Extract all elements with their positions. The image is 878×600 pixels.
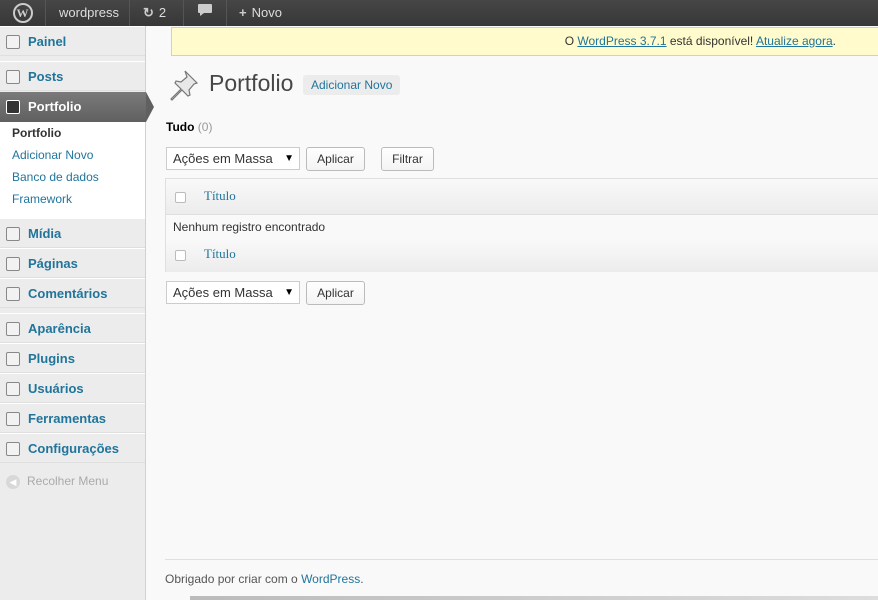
menu-label-ferramentas: Ferramentas: [28, 411, 107, 426]
plus-icon: +: [239, 5, 247, 20]
bulk-actions-select-bottom[interactable]: Ações em Massa ▼: [166, 281, 300, 304]
appearance-icon: [6, 322, 20, 336]
table-header: Título: [166, 179, 878, 215]
home-icon: [6, 35, 20, 49]
menu-label-configuracoes: Configurações: [28, 441, 120, 456]
admin-bar: W wordpress ↻ 2 + Novo: [0, 0, 878, 26]
menu-item-midia[interactable]: Mídia: [0, 218, 145, 248]
menu-label-usuarios: Usuários: [28, 381, 84, 396]
submenu-item-portfolio[interactable]: Portfolio: [12, 126, 61, 140]
filter-all-count: (0): [197, 120, 213, 134]
collapse-arrow-icon: ◀: [6, 474, 20, 489]
footer-credit: Obrigado por criar com o WordPress.: [165, 572, 364, 586]
menu-label-aparencia: Aparência: [28, 321, 91, 336]
bottom-edge: [190, 596, 878, 600]
comment-bubble-icon: [197, 4, 213, 20]
comments-icon: [6, 287, 20, 301]
menu-item-posts[interactable]: Posts: [0, 61, 145, 91]
updates-button[interactable]: ↻ 2: [130, 0, 184, 26]
dropdown-arrow-icon: ▼: [284, 287, 294, 298]
media-icon: [6, 227, 20, 241]
notice-middle: está disponível!: [666, 34, 756, 48]
new-content-button[interactable]: + Novo: [227, 0, 302, 26]
submenu-item-framework[interactable]: Framework: [12, 192, 72, 206]
comments-button[interactable]: [184, 0, 227, 26]
refresh-icon: ↻: [143, 5, 154, 20]
wp-logo-button[interactable]: W: [0, 0, 46, 26]
select-all-checkbox-bottom[interactable]: [175, 250, 186, 261]
pin-icon: [6, 70, 20, 84]
site-name-link[interactable]: wordpress: [46, 0, 130, 26]
menu-label-painel: Painel: [28, 34, 67, 49]
column-title-header[interactable]: Título: [204, 188, 236, 204]
tools-icon: [6, 412, 20, 426]
apply-button-bottom[interactable]: Aplicar: [306, 281, 365, 305]
footer-divider: [165, 559, 878, 560]
menu-item-configuracoes[interactable]: Configurações: [0, 433, 145, 463]
menu-item-paginas[interactable]: Páginas: [0, 248, 145, 278]
menu-item-painel[interactable]: Painel: [0, 26, 145, 56]
submenu-item-database[interactable]: Banco de dados: [12, 170, 99, 184]
menu-label-midia: Mídia: [28, 226, 62, 241]
notice-suffix: .: [832, 34, 836, 48]
briefcase-icon: [6, 100, 20, 114]
menu-label-comentarios: Comentários: [28, 286, 108, 301]
portfolio-pin-icon: [166, 68, 200, 102]
collapse-menu-label: Recolher Menu: [27, 474, 109, 488]
menu-item-portfolio[interactable]: Portfolio: [0, 92, 154, 122]
footer-wordpress-link[interactable]: WordPress: [301, 572, 360, 586]
page-title: Portfolio: [209, 70, 294, 96]
filter-button[interactable]: Filtrar: [381, 147, 434, 171]
users-icon: [6, 382, 20, 396]
updates-count: 2: [158, 5, 167, 20]
select-all-checkbox-top[interactable]: [175, 192, 186, 203]
menu-label-plugins: Plugins: [28, 351, 75, 366]
filter-all-link[interactable]: Tudo: [166, 120, 194, 134]
menu-label-paginas: Páginas: [28, 256, 78, 271]
notice-prefix: O: [564, 34, 578, 48]
menu-label-posts: Posts: [28, 69, 64, 84]
update-notice: O WordPress 3.7.1 está disponível! Atual…: [171, 27, 878, 56]
menu-item-comentarios[interactable]: Comentários: [0, 278, 145, 308]
wordpress-version-link[interactable]: WordPress 3.7.1: [577, 34, 666, 48]
settings-icon: [6, 442, 20, 456]
collapse-menu-button[interactable]: ◀ Recolher Menu: [6, 474, 108, 489]
portfolio-submenu: Portfolio Adicionar Novo Banco de dados …: [0, 122, 145, 219]
plugins-icon: [6, 352, 20, 366]
dropdown-arrow-icon: ▼: [284, 153, 294, 164]
menu-item-usuarios[interactable]: Usuários: [0, 373, 145, 403]
menu-item-aparencia[interactable]: Aparência: [0, 313, 145, 343]
menu-label-portfolio: Portfolio: [28, 99, 82, 114]
apply-button-top[interactable]: Aplicar: [306, 147, 365, 171]
wordpress-logo-icon: W: [12, 3, 33, 23]
bulk-actions-value: Ações em Massa: [173, 151, 273, 166]
menu-item-plugins[interactable]: Plugins: [0, 343, 145, 373]
site-name-label: wordpress: [59, 5, 119, 20]
column-title-footer[interactable]: Título: [204, 246, 236, 262]
posts-table: Título Nenhum registro encontrado Título: [165, 178, 878, 272]
menu-item-ferramentas[interactable]: Ferramentas: [0, 403, 145, 433]
table-footer: Título: [166, 239, 878, 272]
bulk-actions-value-bottom: Ações em Massa: [173, 285, 273, 300]
new-label: Novo: [251, 5, 282, 20]
no-items-message: Nenhum registro encontrado: [173, 220, 326, 234]
pages-icon: [6, 257, 20, 271]
footer-suffix: .: [360, 572, 364, 586]
update-now-link[interactable]: Atualize agora: [756, 34, 833, 48]
footer-text: Obrigado por criar com o: [165, 572, 302, 586]
add-new-button[interactable]: Adicionar Novo: [303, 75, 401, 95]
status-filter: Tudo (0): [166, 120, 212, 134]
admin-sidebar: Painel Posts Portfolio Portfolio Adicion…: [0, 26, 154, 600]
submenu-item-add-new[interactable]: Adicionar Novo: [12, 148, 93, 162]
bulk-actions-select-top[interactable]: Ações em Massa ▼: [166, 147, 300, 170]
